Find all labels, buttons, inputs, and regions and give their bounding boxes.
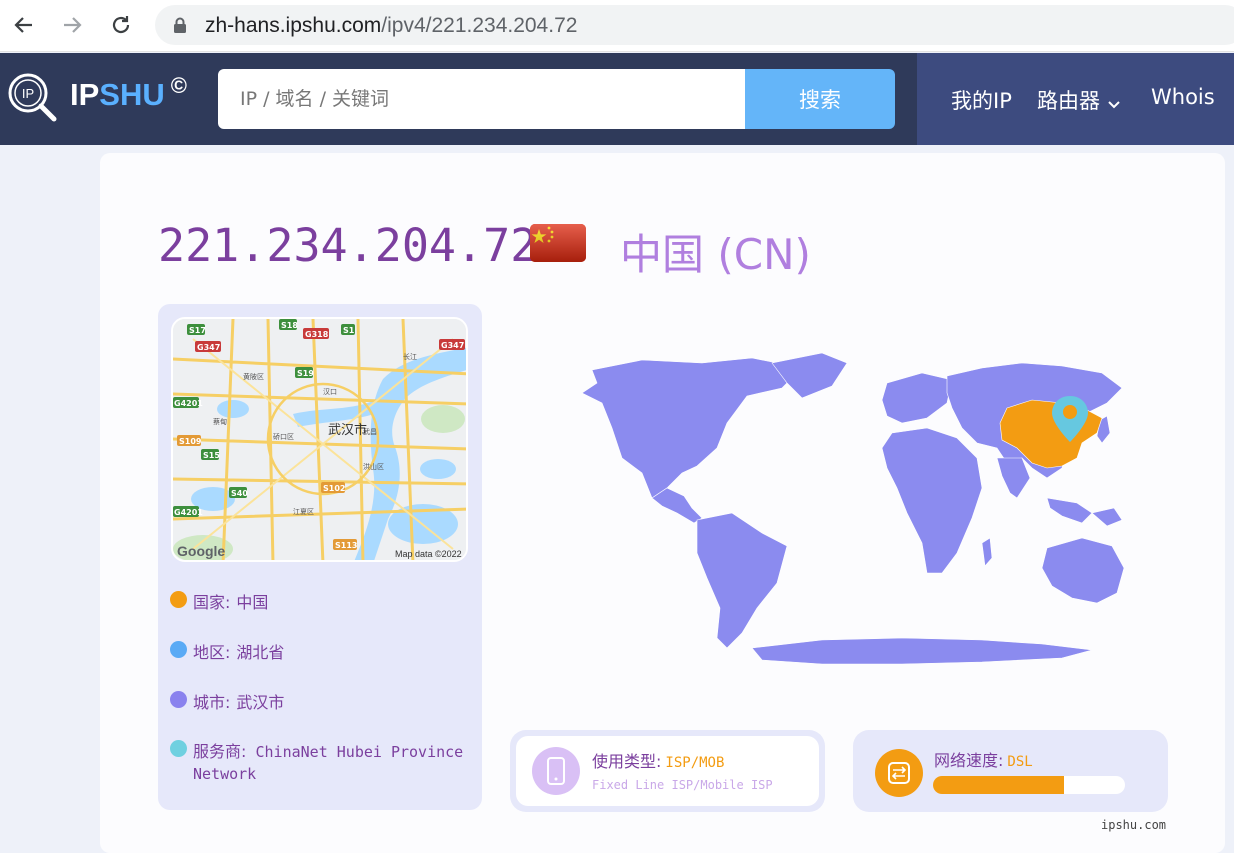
city-dot-icon [170,691,187,708]
speed-label-row: 网络速度: DSL [934,747,1033,771]
browser-toolbar: zh-hans.ipshu.com/ipv4/221.234.204.72 [0,0,1234,52]
road-label: S18 [281,321,298,330]
nav-router-label: 路由器 [1037,89,1100,113]
road-label: S113 [335,541,357,550]
info-city-row: 城市: 武汉市 [170,689,284,713]
road-label: G4201 [174,508,203,517]
isp-dot-icon [170,740,187,757]
usage-type-label: 使用类型: ISP/MOB [592,748,724,772]
lock-icon [173,17,187,37]
phone-icon [532,747,580,795]
world-map[interactable] [502,348,1149,668]
url-path: /ipv4/221.234.204.72 [381,14,578,37]
url-host: zh-hans.ipshu.com [205,14,382,37]
google-logo: Google [177,543,225,559]
china-flag-icon [530,224,586,262]
nav-my-ip[interactable]: 我的IP [951,85,1012,115]
router-icon [875,749,923,797]
speed-value: DSL [1007,754,1033,770]
region-dot-icon [170,641,187,658]
place-label: 蔡甸 [213,417,227,426]
place-label: 洪山区 [363,462,384,471]
usage-type-box: 使用类型: ISP/MOB Fixed Line ISP/Mobile ISP [510,730,825,812]
site-header: IP IPSHU© 搜索 我的IP 路由器 Whois [0,53,1234,145]
footer-brand: ipshu.com [1101,818,1167,832]
usage-sub: Fixed Line ISP/Mobile ISP [592,778,773,792]
place-label: 汉口 [323,388,337,396]
svg-text:IP: IP [22,86,34,101]
road-label: S17 [189,326,206,335]
logo-ip: IP [70,77,100,112]
road-label: G347 [441,341,464,350]
info-isp-label: 服务商: [193,742,247,761]
road-label: G4201 [174,399,203,408]
info-city-value: 武汉市 [236,693,285,712]
address-bar[interactable]: zh-hans.ipshu.com/ipv4/221.234.204.72 [155,5,1234,45]
info-region-label: 地区: [193,643,231,662]
road-label: G318 [305,330,329,339]
road-label: G347 [197,343,220,352]
ipshu-logo-icon[interactable]: IP [4,71,64,127]
main-card: 221.234.204.72 中国 (CN) S17 S18 G318 S1 G… [100,153,1225,853]
reload-icon[interactable] [106,10,136,40]
speed-label: 网络速度: [934,751,1004,770]
ip-address-title: 221.234.204.72 [158,219,538,272]
forward-arrow-icon[interactable] [57,10,87,40]
place-label: 长江 [403,352,417,361]
road-label: S15 [203,451,220,460]
info-region-row: 地区: 湖北省 [170,639,284,663]
top-nav: 我的IP 路由器 Whois [917,53,1234,145]
map-city-label: 武汉市 [328,422,367,438]
nav-router[interactable]: 路由器 [1037,85,1120,115]
search-button[interactable]: 搜索 [745,69,895,129]
road-label: S109 [179,437,202,446]
location-info-panel: S17 S18 G318 S1 G347 G347 S19 G4201 S109… [158,304,482,810]
speed-bar-fill [933,776,1064,794]
info-isp-value: ChinaNet Hubei Province [255,743,464,761]
info-isp-row: 服务商: ChinaNet Hubei Province Network [170,738,463,785]
usage-type-inner: 使用类型: ISP/MOB Fixed Line ISP/Mobile ISP [516,736,819,806]
place-label: 江夏区 [293,508,314,516]
road-label: S102 [323,484,345,493]
nav-whois[interactable]: Whois [1151,85,1215,109]
usage-label: 使用类型: [592,752,662,771]
info-country-row: 国家: 中国 [170,589,268,613]
place-label: 黄陂区 [243,372,264,381]
info-city-label: 城市: [193,693,231,712]
network-speed-box: 网络速度: DSL [853,730,1168,812]
road-label: S19 [297,369,314,378]
info-country-label: 国家: [193,593,231,612]
chevron-down-icon [1108,90,1120,114]
info-region-value: 湖北省 [236,643,285,662]
logo-shu: SHU [99,77,165,112]
logo-wordmark[interactable]: IPSHU © [70,73,187,113]
info-country-value: 中国 [236,593,269,612]
logo-mark: © [170,73,187,98]
mini-map[interactable]: S17 S18 G318 S1 G347 G347 S19 G4201 S109… [171,317,468,562]
url-text: zh-hans.ipshu.com/ipv4/221.234.204.72 [205,14,577,38]
road-label: S1 [343,326,355,335]
usage-value: ISP/MOB [665,755,725,771]
info-isp-value-line2: Network [193,765,257,783]
road-label: S40 [231,489,248,498]
speed-bar [933,776,1125,794]
search-input[interactable] [218,69,746,129]
country-dot-icon [170,591,187,608]
back-arrow-icon[interactable] [9,10,39,40]
map-data-credit: Map data ©2022 [395,549,462,559]
country-title: 中国 (CN) [620,230,811,279]
place-label: 硚口区 [273,433,294,441]
